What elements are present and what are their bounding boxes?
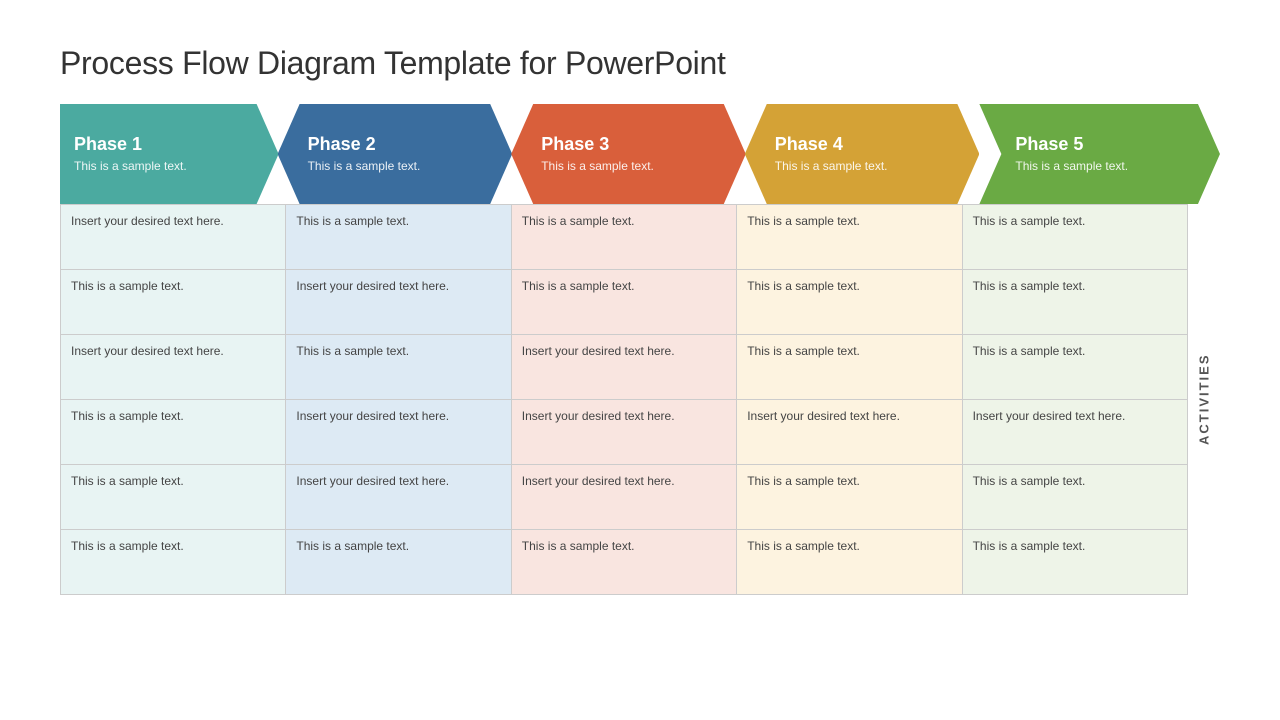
phase-title-3: Phase 3 [541,134,732,155]
phase-arrow-2: Phase 2 This is a sample text. [278,104,513,204]
phase-arrow-3: Phase 3 This is a sample text. [511,104,746,204]
cell-r3-c2[interactable]: This is a sample text. [286,335,511,400]
cell-r1-c4[interactable]: This is a sample text. [737,205,962,270]
cell-r3-c5[interactable]: This is a sample text. [963,335,1188,400]
cell-r4-c2[interactable]: Insert your desired text here. [286,400,511,465]
content-area: Insert your desired text here.This is a … [60,204,1220,595]
cell-r5-c2[interactable]: Insert your desired text here. [286,465,511,530]
phase-arrow-1: Phase 1 This is a sample text. [60,104,279,204]
cell-r4-c3[interactable]: Insert your desired text here. [512,400,737,465]
cell-r4-c1[interactable]: This is a sample text. [61,400,286,465]
activities-label: ACTIVITIES [1188,204,1220,595]
phase-subtitle-4: This is a sample text. [775,159,966,175]
cell-r2-c4[interactable]: This is a sample text. [737,270,962,335]
phase-subtitle-2: This is a sample text. [308,159,499,175]
cell-r2-c3[interactable]: This is a sample text. [512,270,737,335]
phase-title-2: Phase 2 [308,134,499,155]
phase-subtitle-5: This is a sample text. [1015,159,1206,175]
cell-r3-c3[interactable]: Insert your desired text here. [512,335,737,400]
cell-r6-c3[interactable]: This is a sample text. [512,530,737,595]
cell-r1-c1[interactable]: Insert your desired text here. [61,205,286,270]
cell-r5-c1[interactable]: This is a sample text. [61,465,286,530]
cell-r3-c1[interactable]: Insert your desired text here. [61,335,286,400]
cell-r6-c5[interactable]: This is a sample text. [963,530,1188,595]
cell-r2-c2[interactable]: Insert your desired text here. [286,270,511,335]
phase-subtitle-3: This is a sample text. [541,159,732,175]
phase-subtitle-1: This is a sample text. [74,159,265,175]
phase-title-4: Phase 4 [775,134,966,155]
cell-r5-c5[interactable]: This is a sample text. [963,465,1188,530]
cell-r2-c1[interactable]: This is a sample text. [61,270,286,335]
grid-table: Insert your desired text here.This is a … [60,204,1188,595]
cell-r4-c5[interactable]: Insert your desired text here. [963,400,1188,465]
cell-r1-c2[interactable]: This is a sample text. [286,205,511,270]
phase-arrow-5: Phase 5 This is a sample text. [979,104,1220,204]
cell-r3-c4[interactable]: This is a sample text. [737,335,962,400]
cell-r1-c3[interactable]: This is a sample text. [512,205,737,270]
slide: Process Flow Diagram Template for PowerP… [20,15,1260,705]
cell-r1-c5[interactable]: This is a sample text. [963,205,1188,270]
phase-arrow-4: Phase 4 This is a sample text. [745,104,980,204]
cell-r4-c4[interactable]: Insert your desired text here. [737,400,962,465]
phases-row: Phase 1 This is a sample text. Phase 2 T… [60,104,1220,204]
cell-r6-c2[interactable]: This is a sample text. [286,530,511,595]
page-title: Process Flow Diagram Template for PowerP… [60,45,1220,82]
phase-title-1: Phase 1 [74,134,265,155]
phase-title-5: Phase 5 [1015,134,1206,155]
cell-r5-c4[interactable]: This is a sample text. [737,465,962,530]
cell-r6-c4[interactable]: This is a sample text. [737,530,962,595]
cell-r2-c5[interactable]: This is a sample text. [963,270,1188,335]
cell-r6-c1[interactable]: This is a sample text. [61,530,286,595]
cell-r5-c3[interactable]: Insert your desired text here. [512,465,737,530]
